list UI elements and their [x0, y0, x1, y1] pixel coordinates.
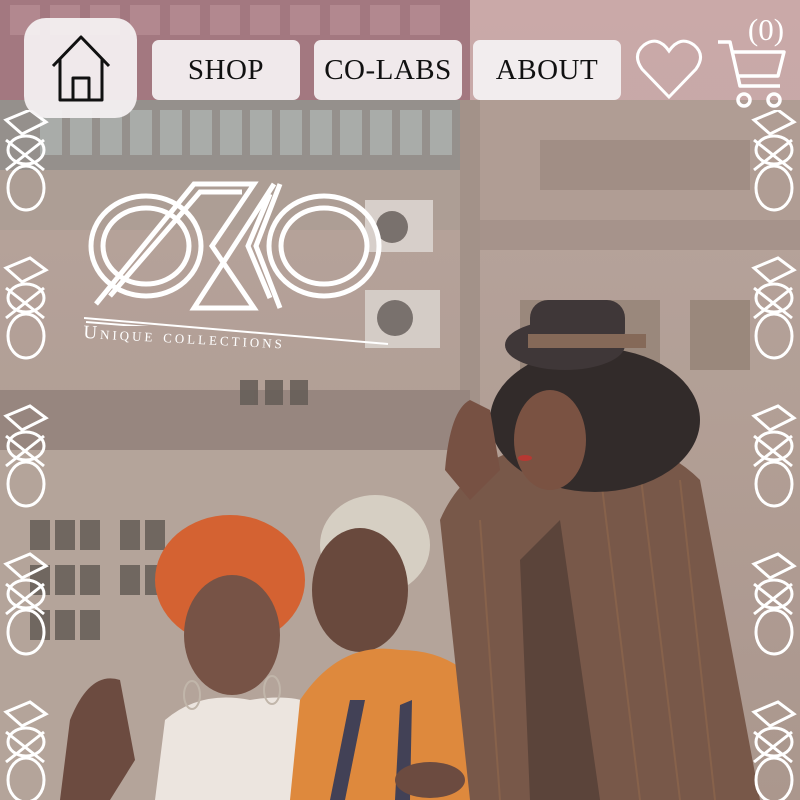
right-ornament-border	[751, 110, 797, 800]
home-button[interactable]	[24, 18, 137, 118]
brand-logo	[85, 181, 382, 326]
left-ornament-border	[3, 110, 49, 800]
nav-about-button[interactable]: ABOUT	[473, 40, 621, 100]
nav-colabs-button[interactable]: CO-LABS	[314, 40, 462, 100]
nav-shop-button[interactable]: SHOP	[152, 40, 300, 100]
heart-icon[interactable]	[634, 37, 704, 101]
shopping-cart-icon[interactable]	[716, 38, 788, 110]
tagline-rule	[84, 317, 389, 345]
hero-photo	[0, 0, 800, 800]
home-icon	[51, 35, 110, 102]
